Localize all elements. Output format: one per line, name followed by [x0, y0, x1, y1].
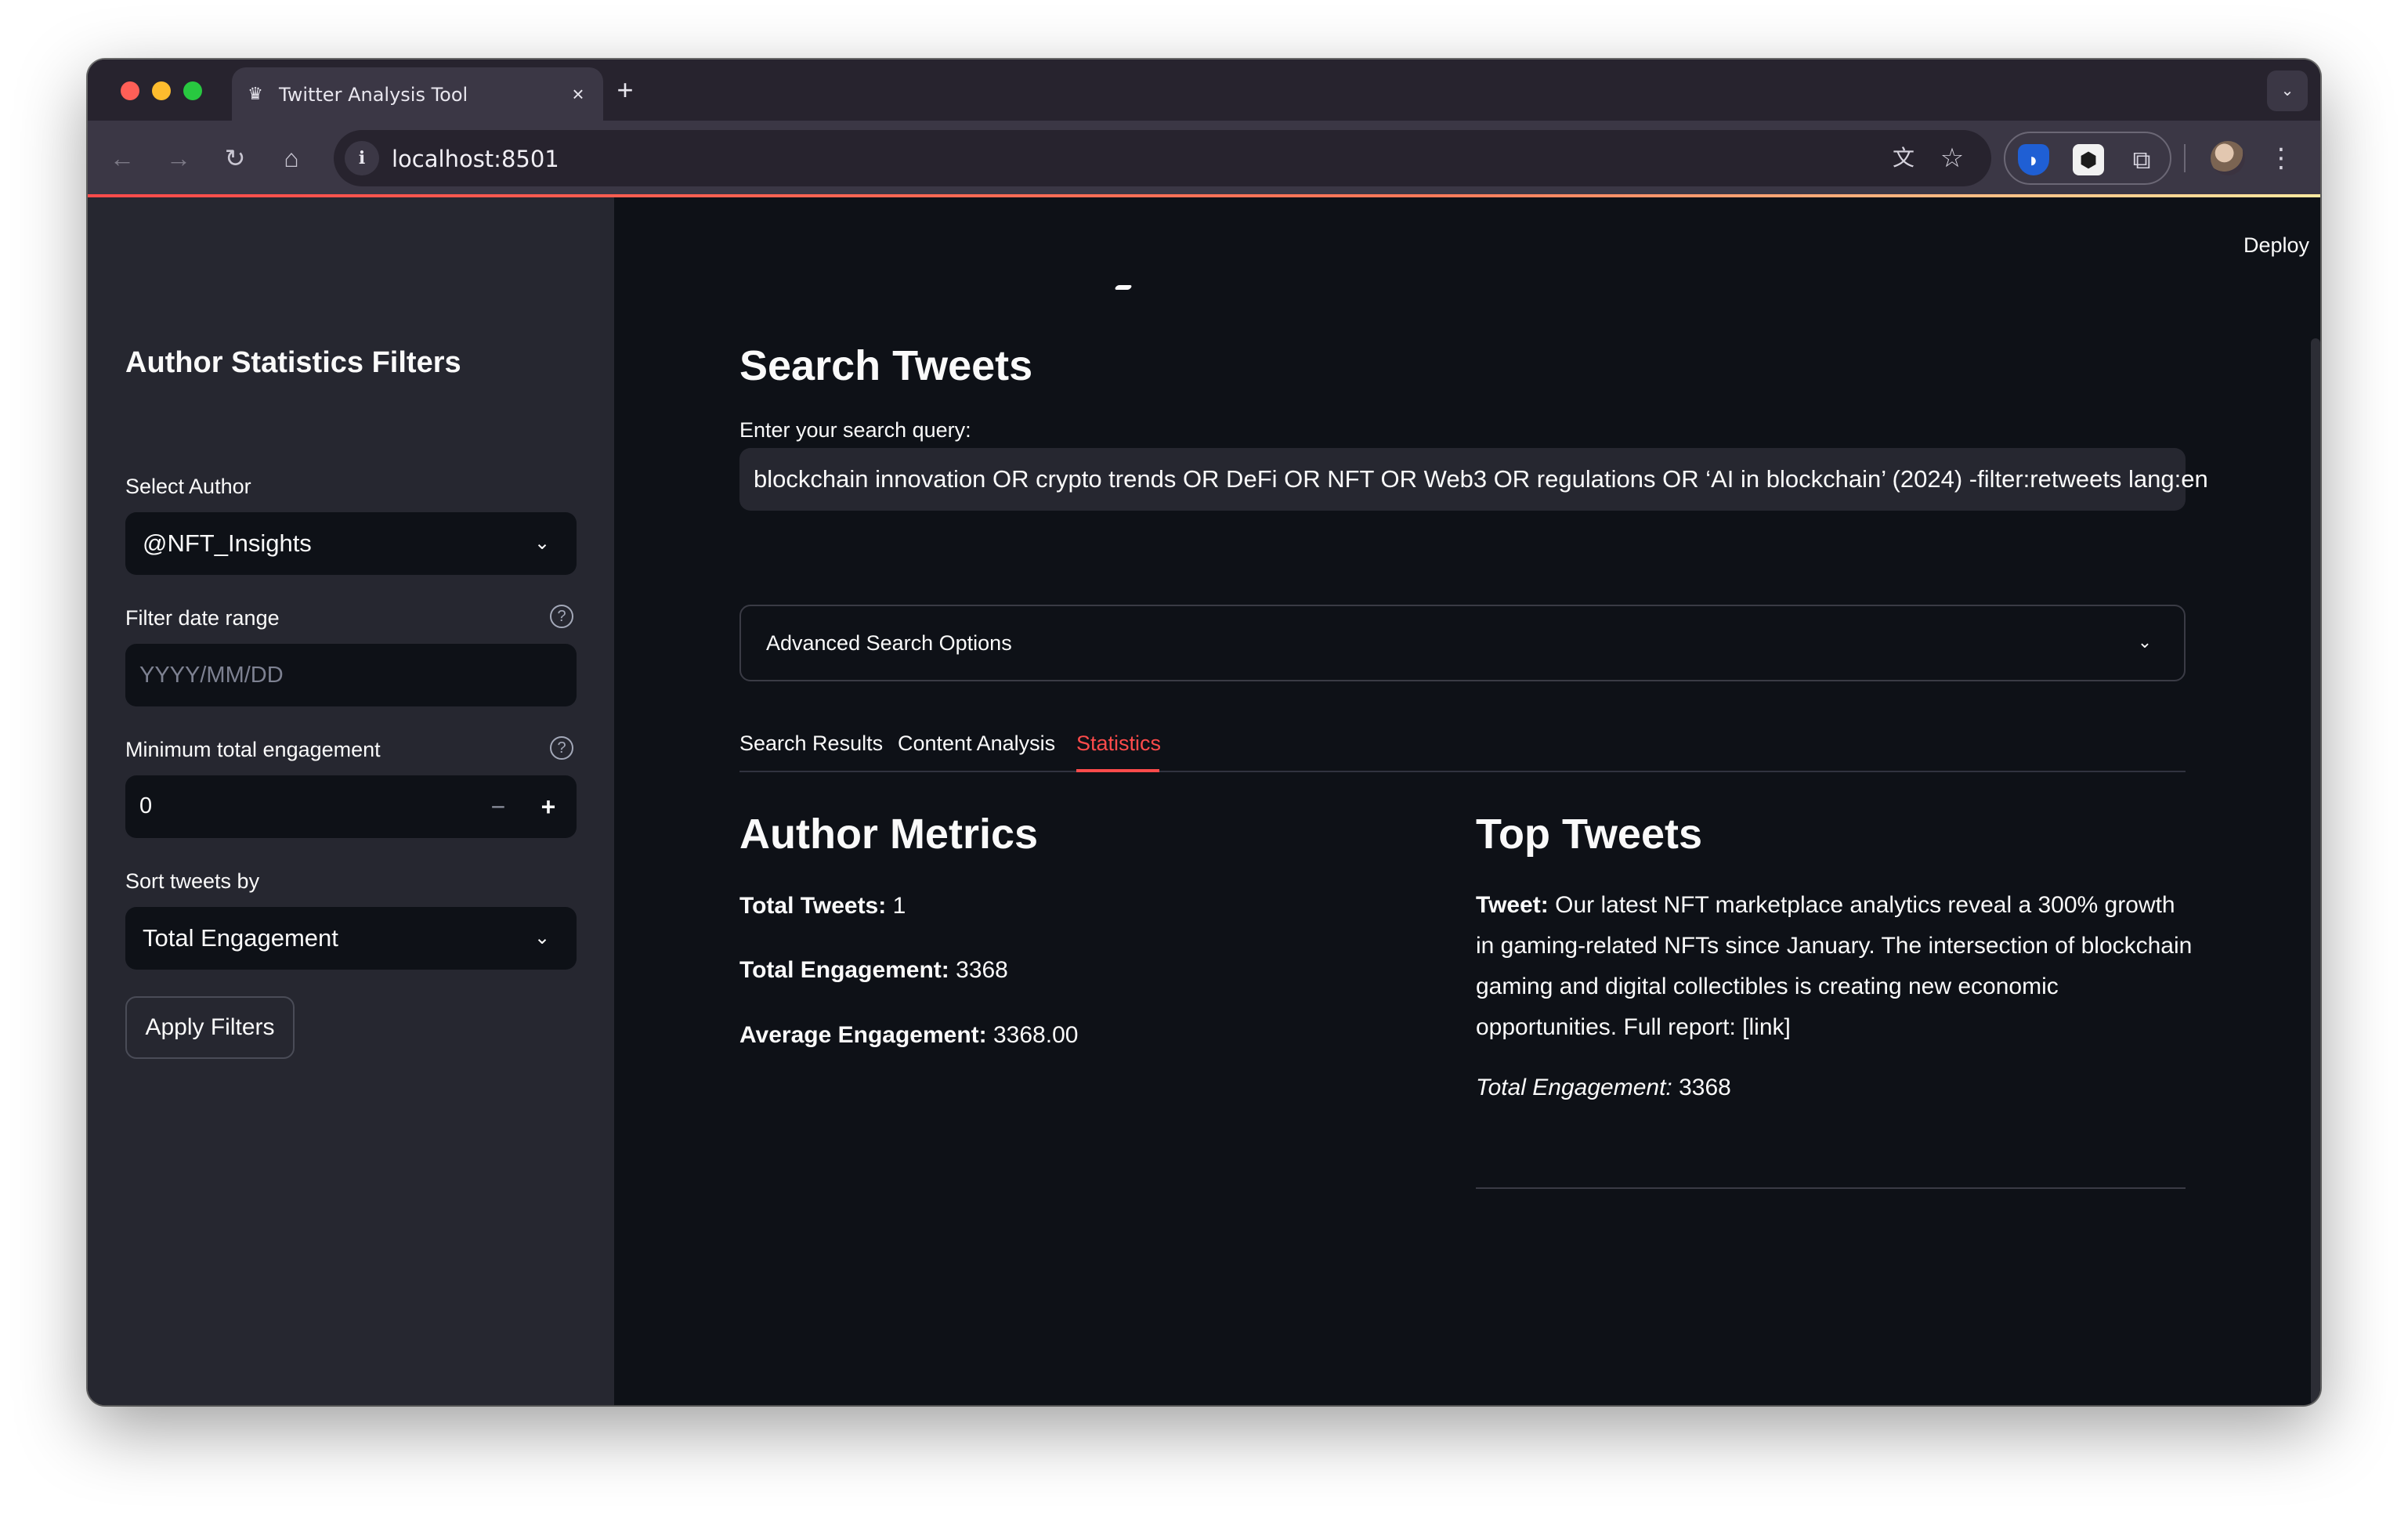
tab-title: Twitter Analysis Tool	[279, 84, 468, 106]
select-author-label: Select Author	[125, 475, 251, 498]
chevron-down-icon: ⌄	[2137, 632, 2153, 652]
browser-tab[interactable]: ♛ Twitter Analysis Tool ×	[232, 67, 603, 121]
forward-arrow-icon[interactable]: →	[160, 139, 197, 177]
sort-select-value: Total Engagement	[143, 924, 338, 952]
tweet-engagement-value: 3368	[1672, 1075, 1731, 1100]
profile-avatar[interactable]	[2211, 141, 2245, 175]
average-engagement-value: 3368.00	[986, 1022, 1079, 1048]
author-metrics-heading: Author Metrics	[739, 811, 1039, 858]
increment-button[interactable]: +	[533, 791, 564, 822]
tab-statistics[interactable]: Statistics	[1076, 732, 1161, 756]
back-arrow-icon[interactable]: ←	[103, 139, 141, 177]
deploy-button[interactable]: Deploy	[2243, 233, 2309, 258]
scrolled-title-fragment	[1114, 285, 1133, 290]
total-tweets-label: Total Tweets:	[739, 893, 887, 919]
tab-content-analysis[interactable]: Content Analysis	[898, 732, 1055, 756]
total-engagement-metric: Total Engagement: 3368	[739, 957, 1008, 984]
advanced-search-label: Advanced Search Options	[766, 631, 1012, 655]
date-range-field[interactable]	[125, 644, 577, 706]
search-query-input[interactable]: blockchain innovation OR crypto trends O…	[739, 448, 2208, 511]
average-engagement-label: Average Engagement:	[739, 1022, 987, 1048]
browser-toolbar: ← → ↻ ⌂ i localhost:8501 文 ☆ ◗ ⬢ ⧉ ⋮	[88, 121, 2320, 196]
tweet-engagement-label: Total Engagement:	[1476, 1075, 1672, 1100]
query-label: Enter your search query:	[739, 418, 971, 442]
bookmark-star-icon[interactable]: ☆	[1936, 143, 1968, 174]
main-scrollbar[interactable]	[2311, 338, 2320, 1405]
tweet-divider	[1476, 1187, 2186, 1189]
browser-window: ♛ Twitter Analysis Tool × + ⌄ ← → ↻ ⌂ i …	[88, 60, 2320, 1405]
extension-icon[interactable]: ⬢	[2073, 144, 2104, 175]
extensions-group: ◗ ⬢ ⧉	[2004, 132, 2171, 185]
total-tweets-metric: Total Tweets: 1	[739, 893, 906, 919]
home-icon[interactable]: ⌂	[273, 139, 310, 177]
tweet-label: Tweet:	[1476, 892, 1549, 918]
sort-select[interactable]: Total Engagement ⌄	[125, 907, 577, 970]
min-engagement-value[interactable]: 0	[139, 793, 152, 819]
tab-search-results[interactable]: Search Results	[739, 732, 883, 756]
chevron-down-icon: ⌄	[533, 533, 551, 554]
top-tweet-text: Tweet: Our latest NFT marketplace analyt…	[1476, 885, 2196, 1048]
total-engagement-label: Total Engagement:	[739, 957, 949, 983]
help-icon[interactable]: ?	[550, 605, 573, 628]
total-tweets-value: 1	[886, 893, 906, 919]
tab-bar: Search Results Content Analysis Statisti…	[739, 717, 2186, 772]
page-title: Search Tweets	[739, 342, 1033, 389]
top-tweet-engagement: Total Engagement: 3368	[1476, 1075, 1731, 1101]
reload-icon[interactable]: ↻	[216, 139, 254, 177]
bitwarden-icon[interactable]: ◗	[2018, 144, 2049, 175]
browser-menu-icon[interactable]: ⋮	[2265, 139, 2297, 177]
sort-label: Sort tweets by	[125, 869, 260, 893]
close-tab-icon[interactable]: ×	[566, 81, 591, 107]
site-info-icon[interactable]: i	[345, 141, 379, 175]
translate-icon[interactable]: 文	[1888, 143, 1919, 174]
sidebar: Author Statistics Filters Select Author …	[88, 197, 614, 1405]
advanced-search-expander[interactable]: Advanced Search Options ⌄	[739, 605, 2186, 681]
url-text[interactable]: localhost:8501	[392, 146, 559, 172]
active-tab-indicator	[1076, 769, 1159, 772]
average-engagement-metric: Average Engagement: 3368.00	[739, 1022, 1078, 1049]
tab-search-chevron-icon[interactable]: ⌄	[2267, 70, 2308, 111]
decrement-button[interactable]: −	[483, 791, 514, 822]
min-engagement-stepper[interactable]: 0 − +	[125, 775, 577, 838]
date-range-input[interactable]	[125, 644, 577, 706]
top-tweets-heading: Top Tweets	[1476, 811, 1703, 858]
total-engagement-value: 3368	[949, 957, 1008, 983]
streamlit-app: Author Statistics Filters Select Author …	[88, 197, 2320, 1405]
main-content: Deploy ⋮ Search Tweets Enter your search…	[614, 197, 2320, 1405]
date-range-label: Filter date range	[125, 606, 280, 630]
chevron-down-icon: ⌄	[533, 927, 551, 948]
close-window-button[interactable]	[121, 81, 139, 100]
maximize-window-button[interactable]	[183, 81, 202, 100]
tweet-body: Our latest NFT marketplace analytics rev…	[1476, 892, 2193, 1040]
help-icon[interactable]: ?	[550, 736, 573, 760]
toolbar-divider	[2184, 144, 2186, 172]
search-query-value[interactable]: blockchain innovation OR crypto trends O…	[754, 465, 2208, 493]
apply-filters-button[interactable]: Apply Filters	[125, 996, 295, 1059]
author-select[interactable]: @NFT_Insights ⌄	[125, 512, 577, 575]
plus-icon[interactable]: +	[611, 76, 639, 105]
puzzle-icon[interactable]: ⧉	[2126, 144, 2157, 175]
tab-strip: ♛ Twitter Analysis Tool × + ⌄	[88, 60, 2320, 121]
crown-icon: ♛	[248, 84, 263, 103]
minimize-window-button[interactable]	[152, 81, 171, 100]
sidebar-heading: Author Statistics Filters	[125, 346, 461, 379]
min-engagement-label: Minimum total engagement	[125, 738, 381, 761]
author-select-value: @NFT_Insights	[143, 529, 312, 557]
address-bar[interactable]: i localhost:8501 文 ☆	[334, 130, 1991, 186]
